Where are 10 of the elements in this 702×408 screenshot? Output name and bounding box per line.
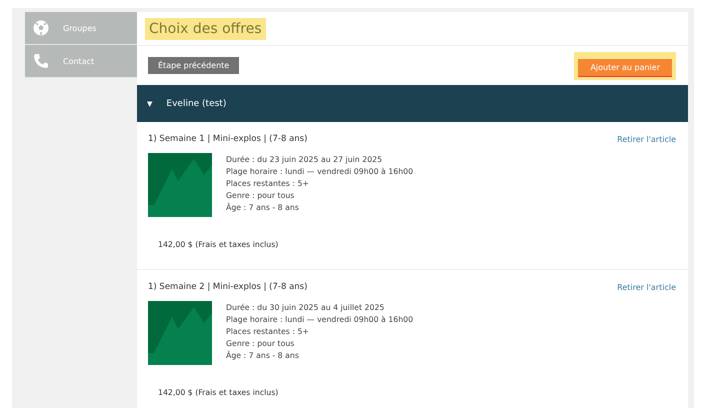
previous-step-button[interactable]: Étape précédente bbox=[148, 57, 240, 74]
remove-item-link[interactable]: Retirer l'article bbox=[617, 282, 676, 292]
offer-title: 1) Semaine 2 | Mini-explos | (7-8 ans) bbox=[148, 282, 308, 292]
participant-name: Eveline (test) bbox=[166, 98, 226, 108]
add-to-cart-button[interactable]: Ajouter au panier bbox=[578, 58, 672, 76]
page-title: Choix des offres bbox=[145, 18, 266, 40]
offer-title: 1) Semaine 1 | Mini-explos | (7-8 ans) bbox=[148, 134, 308, 144]
remove-item-link[interactable]: Retirer l'article bbox=[617, 134, 676, 144]
phone-icon bbox=[33, 53, 49, 69]
soccer-ball-icon bbox=[33, 20, 49, 36]
